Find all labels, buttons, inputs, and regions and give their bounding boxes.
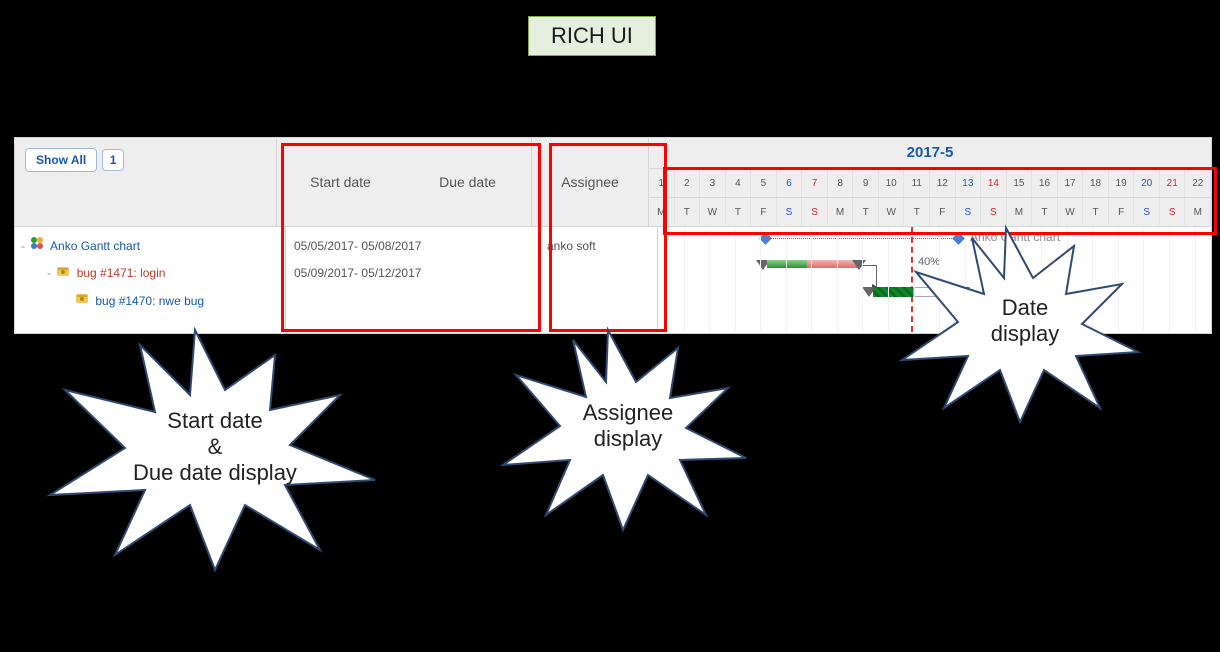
cal-daynum: 22: [1185, 169, 1211, 197]
cal-daynum: 15: [1007, 169, 1033, 197]
calendar-month: 2017-5: [649, 138, 1211, 169]
callout-datehdr-text: Datedisplay: [960, 295, 1090, 347]
cal-daynum: 11: [904, 169, 930, 197]
dates-row-2: 05/09/2017- 05/12/2017: [286, 260, 540, 287]
cal-daynum: 19: [1109, 169, 1135, 197]
cal-daynum: 12: [930, 169, 956, 197]
cal-daynum: 6: [777, 169, 803, 197]
cal-dow: S: [802, 198, 828, 226]
collapse-icon[interactable]: -: [21, 239, 27, 253]
cal-dow: T: [726, 198, 752, 226]
cal-dow: T: [853, 198, 879, 226]
cal-daynum: 1: [649, 169, 675, 197]
callout-assignee-text: Assigneedisplay: [548, 400, 708, 452]
cal-daynum: 13: [956, 169, 982, 197]
cal-dow: T: [675, 198, 701, 226]
project-icon: [30, 233, 44, 260]
tree-bug2-label: bug #1470: nwe bug: [95, 294, 204, 308]
gantt-header: Show All 1 Start date Due date Assignee …: [15, 138, 1211, 227]
assignee-column: anko soft: [541, 227, 658, 332]
assignee-row-2: anko soft: [541, 233, 657, 260]
cal-dow: F: [751, 198, 777, 226]
gantt-gridline: [811, 227, 812, 332]
gantt-gridline: [760, 227, 761, 332]
gantt-gridline: [684, 227, 685, 332]
show-all-button[interactable]: Show All: [25, 148, 97, 172]
cal-daynum: 9: [853, 169, 879, 197]
dates-row-1: 05/05/2017- 05/08/2017: [286, 233, 540, 260]
cal-daynum: 8: [828, 169, 854, 197]
cal-daynum: 16: [1032, 169, 1058, 197]
cal-dow: M: [649, 198, 675, 226]
cal-daynum: 18: [1083, 169, 1109, 197]
cal-daynum: 21: [1160, 169, 1186, 197]
due-date-header: Due date: [404, 138, 531, 226]
dates-column: 05/05/2017- 05/08/2017 05/09/2017- 05/12…: [286, 227, 541, 332]
assignee-header: Assignee: [532, 138, 649, 226]
gantt-gridline: [837, 227, 838, 332]
gantt-gridline: [709, 227, 710, 332]
gantt-gridline: [1195, 227, 1196, 332]
gantt-gridline: [786, 227, 787, 332]
tree-project-label: Anko Gantt chart: [50, 239, 140, 253]
cal-daynum: 10: [879, 169, 905, 197]
cal-daynum: 2: [675, 169, 701, 197]
start-date-header: Start date: [277, 138, 404, 226]
calendar-daynum-row: 12345678910111213141516171819202122: [649, 169, 1211, 198]
page-1-button[interactable]: 1: [102, 149, 125, 171]
cal-dow: W: [700, 198, 726, 226]
cal-dow: M: [1185, 198, 1211, 226]
cal-daynum: 14: [981, 169, 1007, 197]
tree-header: Show All 1: [15, 138, 277, 226]
calendar-header: 2017-5 123456789101112131415161718192021…: [649, 138, 1211, 226]
bug-icon: [56, 261, 70, 288]
bar1-green[interactable]: [767, 260, 807, 268]
cal-dow: M: [828, 198, 854, 226]
tree-project-row[interactable]: - Anko Gantt chart: [19, 233, 281, 260]
tree-bug2-row[interactable]: bug #1470: nwe bug: [19, 288, 281, 315]
gantt-gridline: [735, 227, 736, 332]
dates-header: Start date Due date: [277, 138, 532, 226]
cal-daynum: 4: [726, 169, 752, 197]
issue-tree: - Anko Gantt chart - bug #1471: login bu…: [15, 227, 286, 332]
gantt-gridline: [862, 227, 863, 332]
tree-bug1-row[interactable]: - bug #1471: login: [19, 260, 281, 287]
callout-dates-text: Start date&Due date display: [90, 408, 340, 486]
cal-daynum: 3: [700, 169, 726, 197]
cal-daynum: 7: [802, 169, 828, 197]
rich-ui-badge: RICH UI: [528, 16, 656, 56]
cal-daynum: 17: [1058, 169, 1084, 197]
collapse-icon[interactable]: -: [47, 266, 53, 280]
tree-bug1-label: bug #1471: login: [77, 266, 166, 280]
cal-dow: S: [777, 198, 803, 226]
bug-icon: [75, 288, 89, 315]
cal-dow: S: [1160, 198, 1186, 226]
cal-daynum: 20: [1134, 169, 1160, 197]
gantt-gridline: [1169, 227, 1170, 332]
cal-daynum: 5: [751, 169, 777, 197]
link-line: [863, 265, 877, 266]
